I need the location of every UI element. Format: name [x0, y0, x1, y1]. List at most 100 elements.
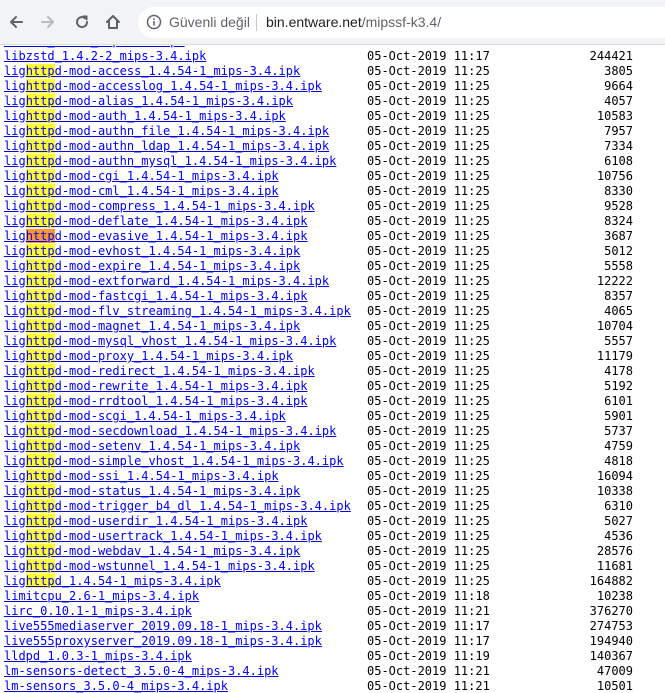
- file-row: lighttpd-mod-rrdtool_1.4.54-1_mips-3.4.i…: [0, 394, 665, 409]
- file-link[interactable]: lighttpd-mod-flv_streaming_1.4.54-1_mips…: [4, 304, 351, 319]
- info-icon[interactable]: [146, 14, 162, 30]
- search-highlight: http: [25, 139, 55, 153]
- file-row: live555mediaserver_2019.09.18-1_mips-3.4…: [0, 619, 665, 634]
- file-link[interactable]: lighttpd_1.4.54-1_mips-3.4.ipk: [4, 574, 221, 589]
- file-size: 164882: [589, 574, 633, 588]
- file-size: 5012: [604, 244, 633, 258]
- file-link[interactable]: lighttpd-mod-authn_file_1.4.54-1_mips-3.…: [4, 124, 329, 139]
- file-size: 10704: [596, 319, 633, 333]
- file-row: lighttpd-mod-evasive_1.4.54-1_mips-3.4.i…: [0, 229, 665, 244]
- file-link[interactable]: lighttpd-mod-evhost_1.4.54-1_mips-3.4.ip…: [4, 244, 300, 259]
- file-link[interactable]: lighttpd-mod-webdav_1.4.54-1_mips-3.4.ip…: [4, 544, 300, 559]
- file-link[interactable]: lighttpd-mod-compress_1.4.54-1_mips-3.4.…: [4, 199, 315, 214]
- reload-button[interactable]: [69, 9, 95, 35]
- back-button[interactable]: [3, 9, 29, 35]
- file-size: 194940: [589, 634, 633, 648]
- file-listing: libzdb_3.1-6_mips-3.4.ipk05-Oct-2019 11:…: [0, 45, 665, 693]
- search-highlight: http: [25, 244, 55, 258]
- file-link[interactable]: lighttpd-mod-mysql_vhost_1.4.54-1_mips-3…: [4, 334, 336, 349]
- file-link[interactable]: lighttpd-mod-setenv_1.4.54-1_mips-3.4.ip…: [4, 439, 300, 454]
- file-row: lighttpd-mod-setenv_1.4.54-1_mips-3.4.ip…: [0, 439, 665, 454]
- file-size: 10501: [596, 679, 633, 693]
- search-highlight: http: [25, 364, 55, 378]
- file-link[interactable]: live555proxyserver_2019.09.18-1_mips-3.4…: [4, 634, 322, 649]
- file-size: 274753: [589, 619, 633, 633]
- file-link[interactable]: lm-sensors-detect_3.5.0-4_mips-3.4.ipk: [4, 664, 279, 679]
- file-link[interactable]: lighttpd-mod-evasive_1.4.54-1_mips-3.4.i…: [4, 229, 307, 244]
- file-link[interactable]: lighttpd-mod-extforward_1.4.54-1_mips-3.…: [4, 274, 329, 289]
- address-bar[interactable]: Güvenli değil bin.entware.net/mipssf-k3.…: [138, 7, 665, 38]
- file-link[interactable]: lighttpd-mod-wstunnel_1.4.54-1_mips-3.4.…: [4, 559, 315, 574]
- file-link[interactable]: lighttpd-mod-rewrite_1.4.54-1_mips-3.4.i…: [4, 379, 307, 394]
- file-size: 4065: [604, 304, 633, 318]
- file-date: 05-Oct-2019 11:25: [367, 394, 490, 408]
- file-link[interactable]: lighttpd-mod-simple_vhost_1.4.54-1_mips-…: [4, 454, 344, 469]
- file-date: 05-Oct-2019 11:25: [367, 379, 490, 393]
- file-link[interactable]: lighttpd-mod-access_1.4.54-1_mips-3.4.ip…: [4, 64, 300, 79]
- file-row: lighttpd-mod-access_1.4.54-1_mips-3.4.ip…: [0, 64, 665, 79]
- file-date: 05-Oct-2019 11:25: [367, 304, 490, 318]
- file-link[interactable]: lighttpd-mod-cml_1.4.54-1_mips-3.4.ipk: [4, 184, 279, 199]
- search-highlight: http: [25, 544, 55, 558]
- file-link[interactable]: live555mediaserver_2019.09.18-1_mips-3.4…: [4, 619, 322, 634]
- file-link[interactable]: lighttpd-mod-expire_1.4.54-1_mips-3.4.ip…: [4, 259, 300, 274]
- file-link[interactable]: lighttpd-mod-usertrack_1.4.54-1_mips-3.4…: [4, 529, 322, 544]
- file-link[interactable]: lighttpd-mod-status_1.4.54-1_mips-3.4.ip…: [4, 484, 300, 499]
- file-date: 05-Oct-2019 11:25: [367, 454, 490, 468]
- search-highlight: http: [25, 469, 55, 483]
- file-link[interactable]: lighttpd-mod-cgi_1.4.54-1_mips-3.4.ipk: [4, 169, 279, 184]
- file-size: 11179: [596, 349, 633, 363]
- back-arrow-icon: [10, 16, 23, 28]
- file-link[interactable]: lighttpd-mod-ssi_1.4.54-1_mips-3.4.ipk: [4, 469, 279, 484]
- file-date: 05-Oct-2019 11:25: [367, 409, 490, 423]
- file-link[interactable]: limitcpu_2.6-1_mips-3.4.ipk: [4, 589, 199, 604]
- url-text[interactable]: bin.entware.net/mipssf-k3.4/: [266, 14, 441, 31]
- security-label[interactable]: Güvenli değil: [169, 14, 250, 31]
- file-link[interactable]: lighttpd-mod-userdir_1.4.54-1_mips-3.4.i…: [4, 514, 307, 529]
- url-path: /mipssf-k3.4/: [361, 14, 442, 30]
- file-row: lighttpd-mod-deflate_1.4.54-1_mips-3.4.i…: [0, 214, 665, 229]
- file-row: lighttpd-mod-secdownload_1.4.54-1_mips-3…: [0, 424, 665, 439]
- file-size: 10756: [596, 169, 633, 183]
- file-link[interactable]: lighttpd-mod-fastcgi_1.4.54-1_mips-3.4.i…: [4, 289, 307, 304]
- file-link[interactable]: lighttpd-mod-rrdtool_1.4.54-1_mips-3.4.i…: [4, 394, 307, 409]
- file-size: 4178: [604, 364, 633, 378]
- file-link[interactable]: libzstd_1.4.2-2_mips-3.4.ipk: [4, 49, 206, 64]
- file-link[interactable]: lighttpd-mod-magnet_1.4.54-1_mips-3.4.ip…: [4, 319, 300, 334]
- file-link[interactable]: lighttpd-mod-alias_1.4.54-1_mips-3.4.ipk: [4, 94, 293, 109]
- home-button[interactable]: [100, 9, 126, 35]
- file-size: 4818: [604, 454, 633, 468]
- file-size: 244421: [589, 49, 633, 63]
- file-link[interactable]: lighttpd-mod-deflate_1.4.54-1_mips-3.4.i…: [4, 214, 307, 229]
- search-highlight: http: [25, 274, 55, 288]
- file-row: lighttpd-mod-rewrite_1.4.54-1_mips-3.4.i…: [0, 379, 665, 394]
- file-link[interactable]: lighttpd-mod-proxy_1.4.54-1_mips-3.4.ipk: [4, 349, 293, 364]
- file-link[interactable]: lighttpd-mod-trigger_b4_dl_1.4.54-1_mips…: [4, 499, 351, 514]
- file-size: 5901: [604, 409, 633, 423]
- file-link[interactable]: lighttpd-mod-authn_ldap_1.4.54-1_mips-3.…: [4, 139, 329, 154]
- file-size: 4057: [604, 94, 633, 108]
- file-link[interactable]: lldpd_1.0.3-1_mips-3.4.ipk: [4, 649, 192, 664]
- file-link[interactable]: lirc_0.10.1-1_mips-3.4.ipk: [4, 604, 192, 619]
- file-link[interactable]: lighttpd-mod-auth_1.4.54-1_mips-3.4.ipk: [4, 109, 286, 124]
- file-date: 05-Oct-2019 11:25: [367, 184, 490, 198]
- file-row: lighttpd-mod-accesslog_1.4.54-1_mips-3.4…: [0, 79, 665, 94]
- file-link[interactable]: lm-sensors_3.5.0-4_mips-3.4.ipk: [4, 679, 228, 693]
- file-link[interactable]: lighttpd-mod-scgi_1.4.54-1_mips-3.4.ipk: [4, 409, 286, 424]
- url-host: bin.entware.net: [266, 14, 362, 30]
- file-row: lighttpd-mod-evhost_1.4.54-1_mips-3.4.ip…: [0, 244, 665, 259]
- file-date: 05-Oct-2019 11:25: [367, 439, 490, 453]
- file-row: lighttpd-mod-extforward_1.4.54-1_mips-3.…: [0, 274, 665, 289]
- forward-button[interactable]: [35, 9, 61, 35]
- file-size: 6101: [604, 394, 633, 408]
- file-row: lighttpd-mod-cml_1.4.54-1_mips-3.4.ipk 05…: [0, 184, 665, 199]
- file-link[interactable]: lighttpd-mod-secdownload_1.4.54-1_mips-3…: [4, 424, 336, 439]
- file-date: 05-Oct-2019 11:18: [367, 589, 490, 603]
- file-size: 10238: [596, 589, 633, 603]
- file-link[interactable]: lighttpd-mod-authn_mysql_1.4.54-1_mips-3…: [4, 154, 336, 169]
- file-link[interactable]: lighttpd-mod-accesslog_1.4.54-1_mips-3.4…: [4, 79, 322, 94]
- file-size: 4759: [604, 439, 633, 453]
- search-highlight: http: [25, 319, 55, 333]
- file-row: lighttpd-mod-webdav_1.4.54-1_mips-3.4.ip…: [0, 544, 665, 559]
- file-link[interactable]: lighttpd-mod-redirect_1.4.54-1_mips-3.4.…: [4, 364, 315, 379]
